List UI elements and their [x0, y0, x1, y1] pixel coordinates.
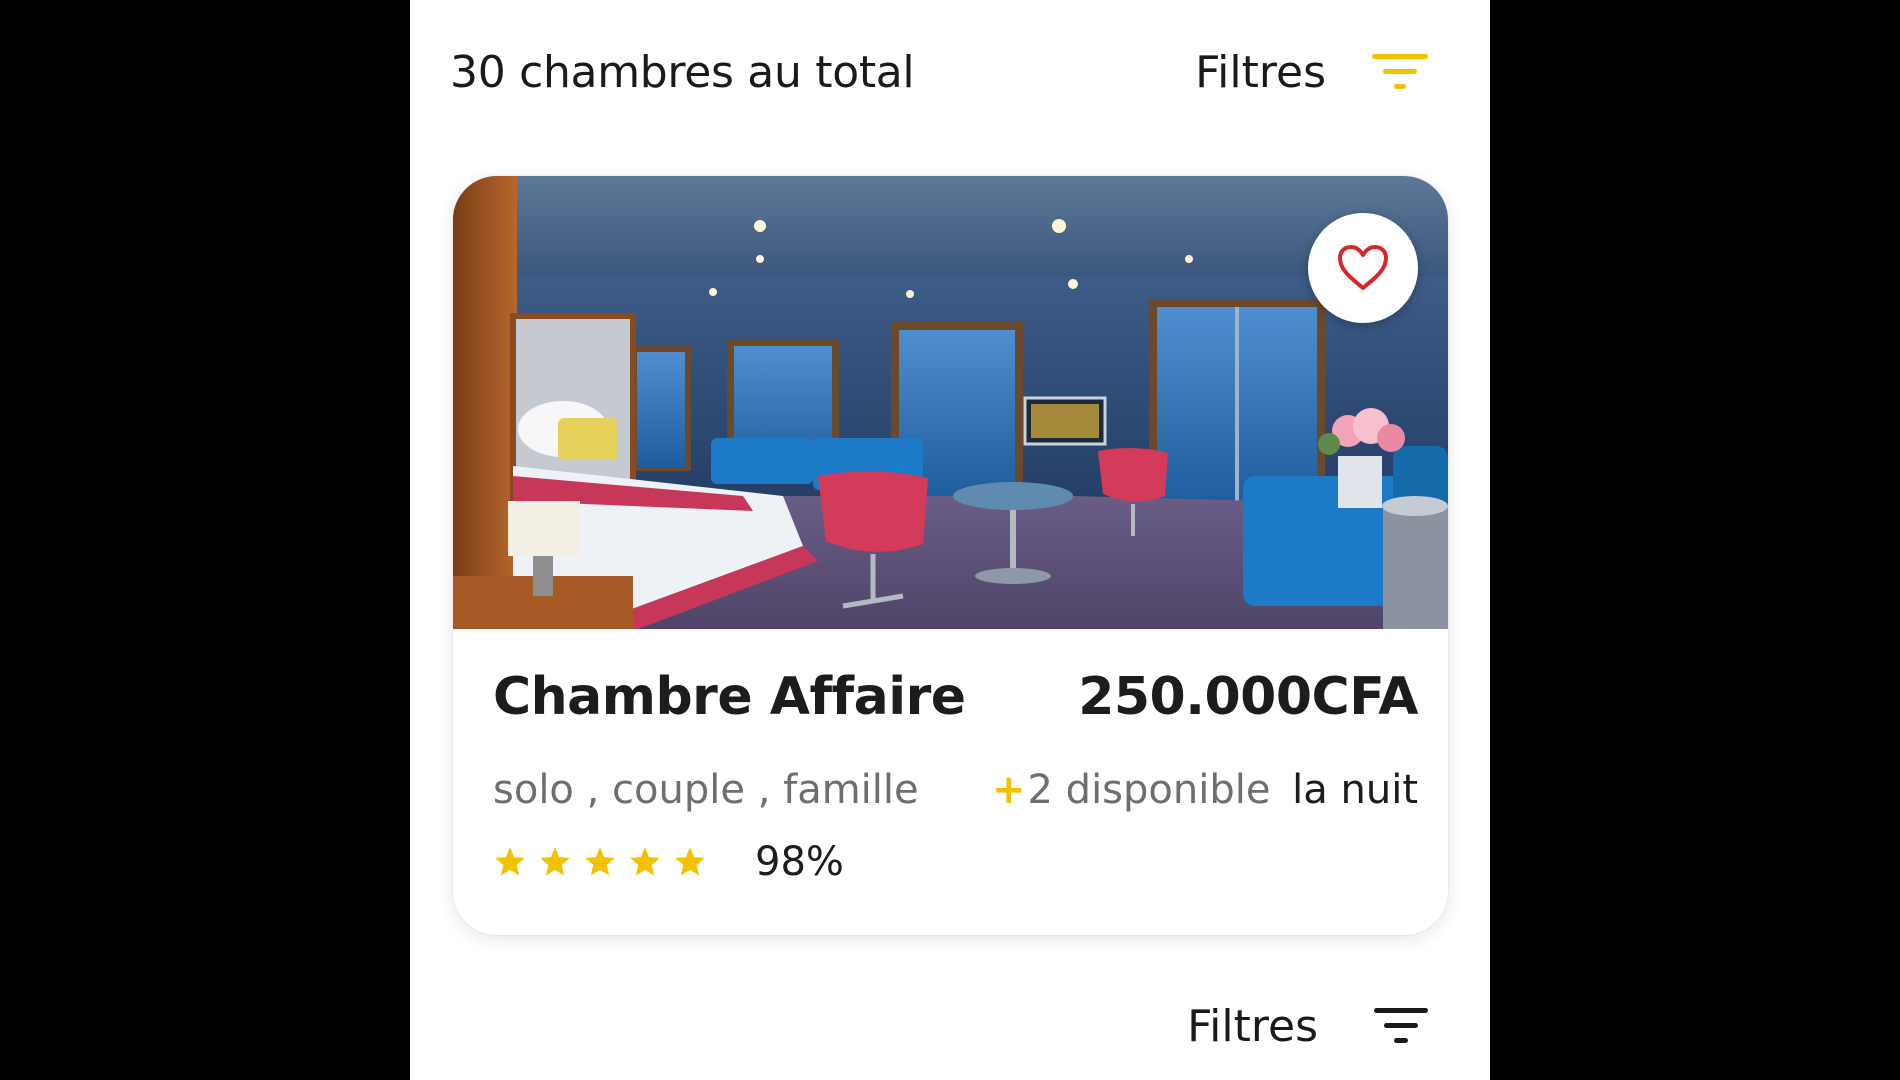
filter-button[interactable]: Filtres	[1195, 47, 1430, 98]
room-price: 250.000CFA	[1078, 667, 1418, 727]
rating-row: 98%	[493, 839, 844, 885]
app-screen: 30 chambres au total Filtres Chambre Aff…	[410, 0, 1490, 1080]
room-name: Chambre Affaire	[493, 667, 966, 727]
filter-lines-icon	[1374, 1008, 1428, 1043]
star-icon	[540, 847, 570, 876]
results-header: 30 chambres au total Filtres	[450, 42, 1430, 102]
plus-icon: +	[992, 767, 1026, 813]
cruise-suite-photo	[453, 176, 1448, 629]
availability-text: 2 disponible	[1027, 767, 1271, 813]
room-photo[interactable]	[453, 176, 1448, 629]
star-icon	[630, 847, 660, 876]
star-icon	[495, 847, 525, 876]
rating-percent: 98%	[755, 839, 844, 885]
star-icon	[585, 847, 615, 876]
filter-label: Filtres	[1195, 46, 1326, 98]
room-guest-types: solo , couple , famille	[493, 767, 919, 813]
star-icon	[675, 847, 705, 876]
total-rooms-count: 30 chambres au total	[450, 46, 915, 98]
star-rating	[493, 845, 707, 879]
room-details: Chambre Affaire 250.000CFA solo , couple…	[453, 629, 1448, 935]
availability-indicator: + 2 disponible	[992, 767, 1270, 813]
room-card[interactable]: Chambre Affaire 250.000CFA solo , couple…	[453, 176, 1448, 935]
bottom-filter-button[interactable]: Filtres	[1187, 996, 1430, 1056]
favorite-button[interactable]	[1308, 213, 1418, 323]
filter-label: Filtres	[1187, 1000, 1318, 1052]
filter-lines-icon	[1372, 54, 1428, 89]
price-unit: la nuit	[1292, 767, 1418, 813]
heart-outline-icon	[1338, 245, 1388, 290]
